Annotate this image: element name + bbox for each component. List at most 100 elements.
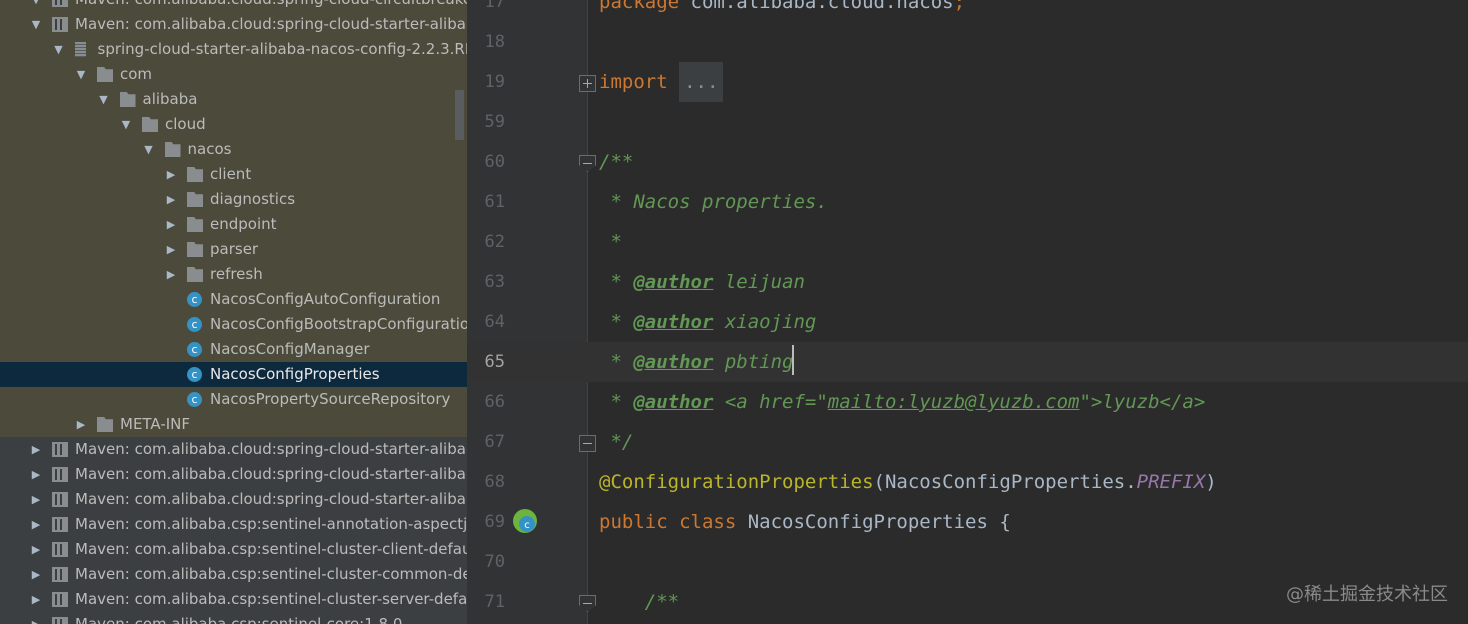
tree-item[interactable]: ▶ endpoint [0, 212, 467, 237]
code-line[interactable]: * [599, 222, 621, 262]
code-line[interactable]: import ... [599, 62, 724, 102]
spring-bean-icon[interactable]: c [512, 508, 538, 534]
collapsed-arrow-icon[interactable]: ▶ [30, 612, 42, 624]
folded-code-placeholder[interactable]: ... [679, 62, 724, 102]
code-token: @ConfigurationProperties [599, 471, 874, 493]
code-line[interactable]: * @author <a href="mailto:lyuzb@lyuzb.co… [599, 382, 1205, 422]
class-icon [187, 387, 202, 412]
code-line[interactable]: @ConfigurationProperties(NacosConfigProp… [599, 462, 1217, 502]
code-token: PREFIX [1136, 471, 1206, 493]
code-editor[interactable]: 17 package com.alibaba.cloud.nacos; 18 19 im… [467, 0, 1468, 624]
tree-item[interactable]: NacosConfigBootstrapConfiguration [0, 312, 467, 337]
expanded-arrow-icon[interactable]: ▼ [30, 0, 42, 12]
folder-icon [187, 192, 203, 207]
library-icon [52, 492, 68, 507]
code-token: import [599, 71, 668, 93]
tree-item[interactable]: ▶ Maven: com.alibaba.csp:sentinel-core:1.… [0, 612, 467, 624]
tree-item[interactable]: ▶ META-INF [0, 412, 467, 437]
tree-item-label: Maven: com.alibaba.csp:sentinel-annotati… [75, 515, 467, 533]
expanded-arrow-icon[interactable]: ▼ [98, 87, 110, 112]
line-number: 19 [484, 72, 505, 92]
code-line[interactable]: /** [599, 582, 679, 622]
tree-item[interactable]: ▶ Maven: com.alibaba.csp:sentinel-cluster… [0, 562, 467, 587]
collapsed-arrow-icon[interactable]: ▶ [30, 437, 42, 462]
tree-scrollbar[interactable] [455, 90, 464, 140]
code-line[interactable]: * @author xiaojing [599, 302, 816, 342]
expanded-arrow-icon[interactable]: ▼ [53, 37, 65, 62]
collapsed-arrow-icon[interactable]: ▶ [75, 412, 87, 437]
tree-item[interactable]: ▼ nacos [0, 137, 467, 162]
code-line[interactable]: /** [599, 142, 633, 182]
tree-item[interactable]: ▼ spring-cloud-starter-alibaba-nacos-conf… [0, 37, 467, 62]
tree-item[interactable]: NacosConfigAutoConfiguration [0, 287, 467, 312]
tree-item[interactable]: NacosConfigProperties [0, 362, 467, 387]
line-number: 71 [484, 592, 505, 612]
tree-item[interactable]: ▶ Maven: com.alibaba.csp:sentinel-cluster… [0, 587, 467, 612]
tree-item[interactable]: NacosConfigManager [0, 337, 467, 362]
fold-end-icon[interactable] [579, 435, 596, 452]
collapsed-arrow-icon[interactable]: ▶ [30, 487, 42, 512]
class-icon [187, 337, 202, 362]
code-token: * [599, 271, 634, 293]
class-icon [187, 287, 202, 312]
tree-item-label: cloud [165, 115, 206, 133]
tree-item[interactable]: ▶ Maven: com.alibaba.csp:sentinel-annotat… [0, 512, 467, 537]
collapsed-arrow-icon[interactable]: ▶ [30, 462, 42, 487]
code-line[interactable]: * Nacos properties. [599, 182, 827, 222]
collapsed-arrow-icon[interactable]: ▶ [165, 162, 177, 187]
collapsed-arrow-icon[interactable]: ▶ [165, 237, 177, 262]
tree-item[interactable]: ▶ Maven: com.alibaba.cloud:spring-cloud-s… [0, 487, 467, 512]
tree-item[interactable]: ▼ Maven: com.alibaba.cloud:spring-cloud-c… [0, 0, 467, 12]
tree-item-label: NacosConfigProperties [210, 365, 380, 383]
tree-item[interactable]: ▶ diagnostics [0, 187, 467, 212]
tree-item[interactable]: ▶ Maven: com.alibaba.cloud:spring-cloud-s… [0, 462, 467, 487]
line-number: 65 [484, 352, 505, 372]
tree-item[interactable]: ▶ client [0, 162, 467, 187]
code-token: */ [599, 431, 634, 453]
collapsed-arrow-icon[interactable]: ▶ [165, 262, 177, 287]
code-line[interactable]: * @author pbting [599, 342, 793, 382]
collapsed-arrow-icon[interactable]: ▶ [30, 512, 42, 537]
code-token: mailto:lyuzb@lyuzb.com [827, 391, 1080, 413]
code-line[interactable]: public class NacosConfigProperties { [599, 502, 1011, 542]
code-token: * [599, 311, 634, 333]
code-token: package [599, 0, 680, 13]
expand-fold-icon[interactable] [579, 75, 596, 92]
collapsed-arrow-icon[interactable]: ▶ [30, 562, 42, 587]
class-icon [187, 312, 202, 337]
code-line[interactable]: package com.alibaba.cloud.nacos; [599, 0, 965, 22]
collapsed-arrow-icon[interactable]: ▶ [165, 187, 177, 212]
tree-item[interactable]: ▶ parser [0, 237, 467, 262]
code-token: <a href=" [713, 391, 828, 413]
code-token: pbting [713, 351, 794, 373]
project-tree-panel: ▼ Maven: com.alibaba.cloud:spring-cloud-c… [0, 0, 467, 624]
tree-item[interactable]: ▶ Maven: com.alibaba.cloud:spring-cloud-s… [0, 437, 467, 462]
code-token: * [599, 391, 634, 413]
code-token: /** [599, 151, 634, 173]
tree-item[interactable]: ▼ Maven: com.alibaba.cloud:spring-cloud-s… [0, 12, 467, 37]
code-token: ; [953, 0, 966, 13]
collapsed-arrow-icon[interactable]: ▶ [165, 212, 177, 237]
collapsed-arrow-icon[interactable]: ▶ [30, 587, 42, 612]
tree-item[interactable]: NacosPropertySourceRepository [0, 387, 467, 412]
folder-icon [187, 217, 203, 232]
tree-item[interactable]: ▶ refresh [0, 262, 467, 287]
folder-icon [164, 142, 181, 157]
tree-item[interactable]: ▼ alibaba [0, 87, 467, 112]
line-number: 62 [484, 232, 505, 252]
code-token: * [599, 351, 634, 373]
code-line[interactable]: * @author leijuan [599, 262, 804, 302]
code-line[interactable]: */ [599, 422, 633, 462]
expanded-arrow-icon[interactable]: ▼ [143, 137, 155, 162]
collapsed-arrow-icon[interactable]: ▶ [30, 537, 42, 562]
folder-icon [187, 267, 203, 282]
folder-icon [187, 242, 203, 257]
expanded-arrow-icon[interactable]: ▼ [75, 62, 87, 87]
expanded-arrow-icon[interactable]: ▼ [30, 12, 42, 37]
expanded-arrow-icon[interactable]: ▼ [120, 112, 132, 137]
tree-item[interactable]: ▼ cloud [0, 112, 467, 137]
line-number: 63 [484, 272, 505, 292]
tree-item[interactable]: ▶ Maven: com.alibaba.csp:sentinel-cluster… [0, 537, 467, 562]
tree-item[interactable]: ▼ com [0, 62, 467, 87]
line-number: 70 [484, 552, 505, 572]
